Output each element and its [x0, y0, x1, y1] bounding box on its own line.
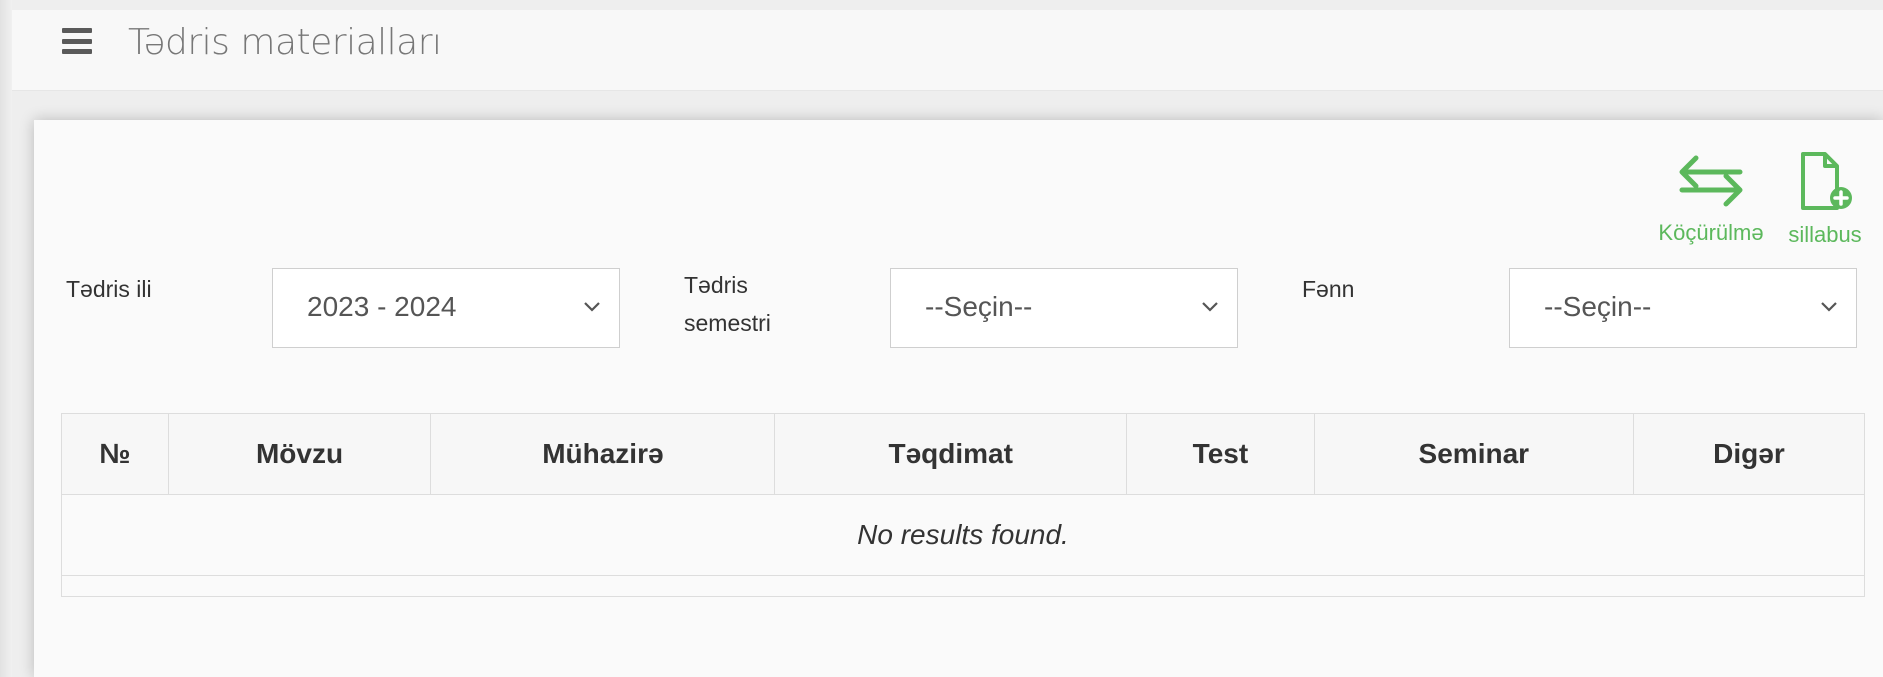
empty-row: No results found. [61, 494, 1865, 576]
materials-table: № Mövzu Mühazirə Təqdimat Test Seminar D… [61, 413, 1866, 597]
semester-label-line2: semestri [684, 310, 771, 336]
column-header-test[interactable]: Test [1126, 413, 1315, 495]
table-footer-row [61, 575, 1865, 597]
table-footer-spacer [61, 575, 1865, 597]
chevron-down-icon [1202, 302, 1218, 312]
semester-label-line1: Tədris [684, 272, 748, 298]
add-file-icon [1801, 152, 1852, 210]
syllabus-button[interactable]: sillabus [1775, 150, 1875, 248]
subject-label: Fənn [1302, 276, 1355, 302]
column-header-number[interactable]: № [61, 413, 169, 495]
semester-select-value: --Seçin-- [925, 291, 1033, 322]
transfer-arrows-icon [1679, 155, 1743, 207]
column-header-seminar[interactable]: Seminar [1313, 413, 1634, 495]
chevron-down-icon [1821, 302, 1837, 312]
page-title: Tədris materialları [128, 22, 442, 63]
empty-message: No results found. [61, 494, 1865, 576]
column-header-presentation[interactable]: Təqdimat [774, 413, 1128, 495]
column-header-topic[interactable]: Mövzu [167, 413, 432, 495]
table-header-row: № Mövzu Mühazirə Təqdimat Test Seminar D… [61, 413, 1866, 495]
year-select-value: 2023 - 2024 [307, 291, 457, 322]
transfer-button[interactable]: Köçürülmə [1644, 150, 1778, 246]
column-header-lecture[interactable]: Mühazirə [430, 413, 776, 495]
left-edge [0, 0, 12, 677]
hamburger-menu-icon[interactable] [62, 28, 92, 54]
column-header-other[interactable]: Digər [1632, 413, 1866, 495]
top-header: Tədris materialları [12, 10, 1883, 91]
transfer-label: Köçürülmə [1658, 220, 1764, 245]
year-label: Tədris ili [66, 276, 152, 302]
subject-select-value: --Seçin-- [1544, 291, 1652, 322]
semester-label: Tədris semestri [684, 266, 771, 342]
subject-select[interactable]: --Seçin-- [1509, 268, 1857, 348]
semester-select[interactable]: --Seçin-- [890, 268, 1238, 348]
chevron-down-icon [584, 302, 600, 312]
syllabus-label: sillabus [1788, 222, 1862, 247]
year-select[interactable]: 2023 - 2024 [272, 268, 620, 348]
